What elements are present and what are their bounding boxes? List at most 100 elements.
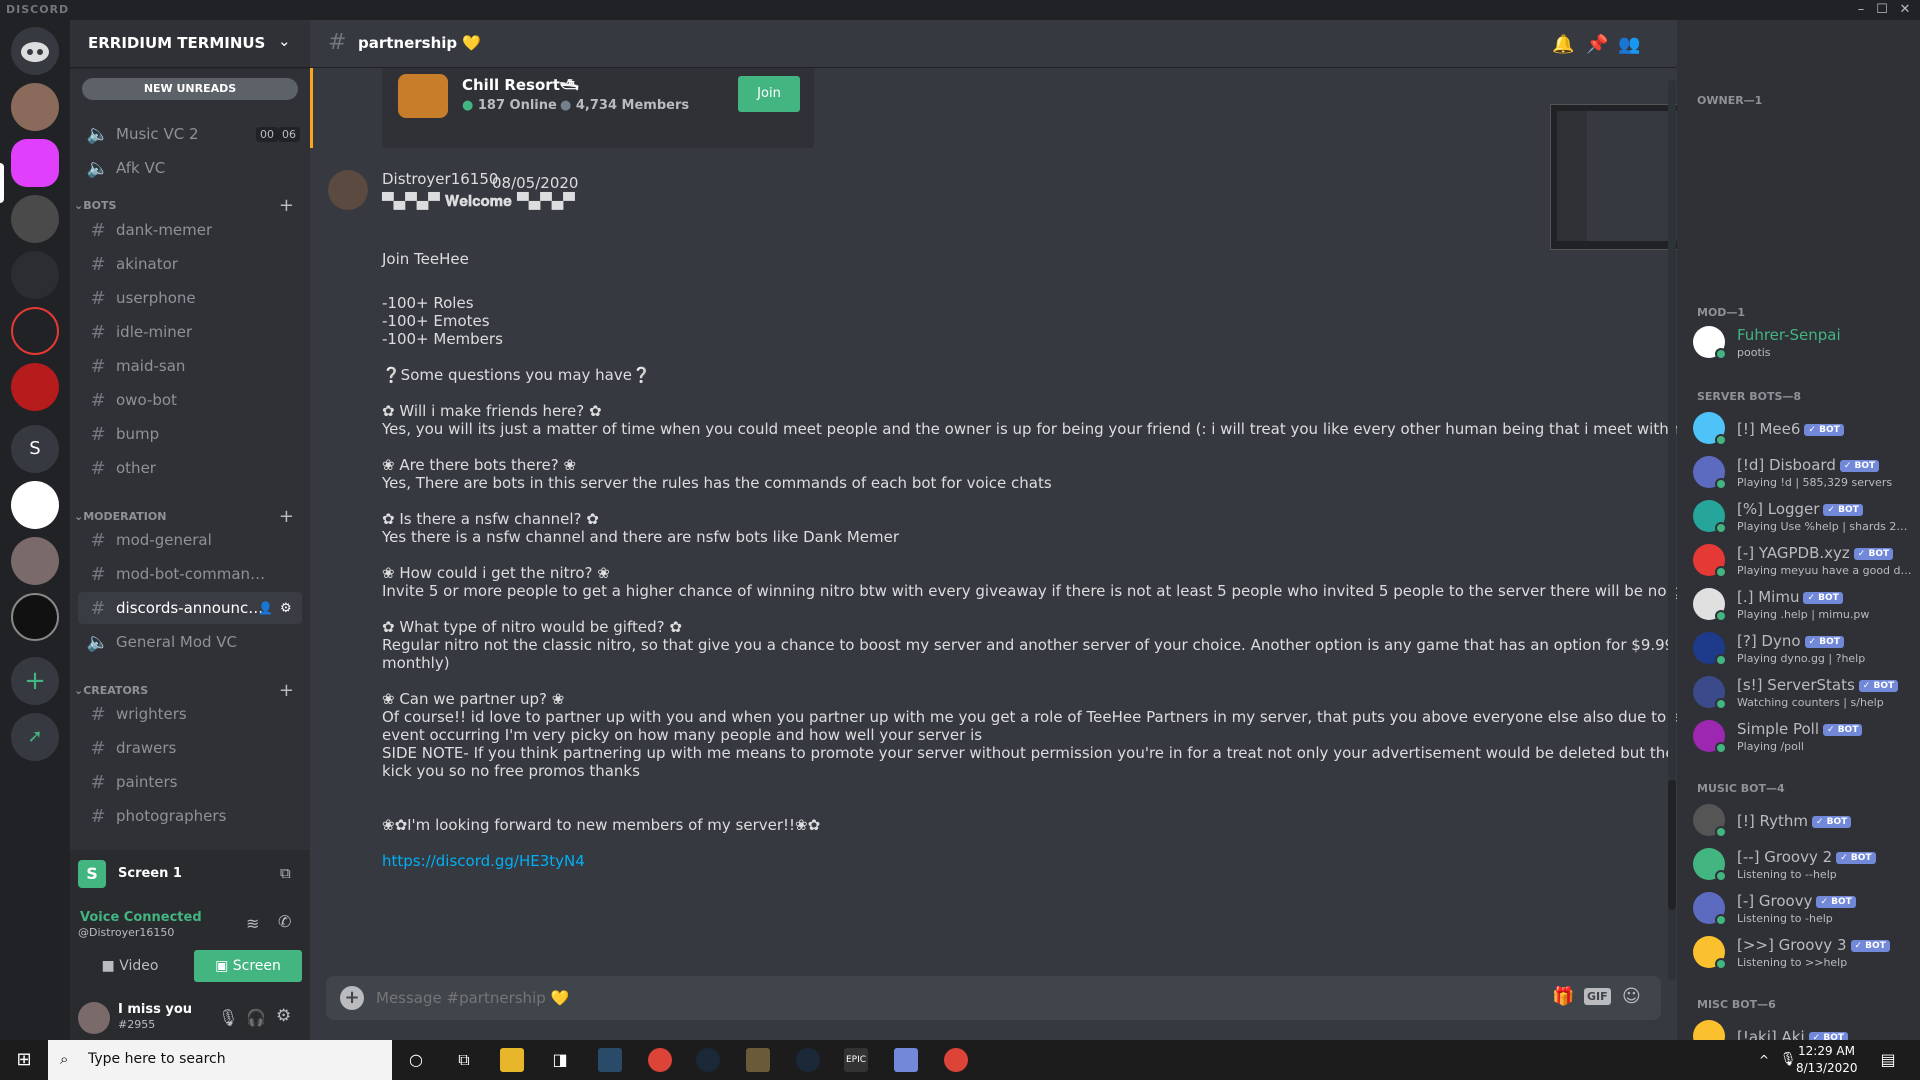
windows-start-icon[interactable]: ⊞ <box>12 1048 36 1072</box>
clock-time[interactable]: 12:29 AM <box>1798 1044 1855 1058</box>
voice-channel[interactable]: 🔈 Afk VC <box>78 152 302 184</box>
text-channel[interactable]: # maid-san <box>78 350 302 382</box>
discord-taskbar-icon[interactable] <box>894 1048 918 1072</box>
bell-icon[interactable]: 🔔 <box>1552 34 1574 56</box>
text-channel[interactable]: # akinator <box>78 248 302 280</box>
close-icon[interactable]: ✕ <box>1896 1 1914 19</box>
server-icon[interactable] <box>11 593 59 641</box>
maximize-icon[interactable]: ☐ <box>1873 1 1891 19</box>
server-icon-active[interactable] <box>11 139 59 187</box>
avatar[interactable] <box>328 170 368 210</box>
server-icon[interactable] <box>11 481 59 529</box>
text-channel[interactable]: # painters <box>78 766 302 798</box>
add-channel-icon[interactable]: + <box>279 195 294 216</box>
text-channel[interactable]: # photographers <box>78 800 302 832</box>
chrome-icon[interactable] <box>944 1048 968 1072</box>
pin-icon[interactable]: 📌 <box>1586 34 1608 56</box>
server-icon[interactable] <box>11 195 59 243</box>
member-item[interactable]: [!] Mee6 ✓ BOT <box>1693 408 1913 452</box>
gear-icon[interactable]: ⚙ <box>280 601 292 616</box>
member-item[interactable]: Fuhrer-Senpai pootis <box>1693 322 1913 366</box>
member-item[interactable]: [--] Groovy 2 ✓ BOT Listening to --help <box>1693 844 1913 888</box>
text-channel-selected[interactable]: # discords-announce... 👤 ⚙ <box>78 592 302 624</box>
game-icon[interactable] <box>746 1048 770 1072</box>
server-icon[interactable] <box>11 307 59 355</box>
member-item[interactable]: [>>] Groovy 3 ✓ BOT Listening to >>help <box>1693 932 1913 976</box>
app-icon[interactable] <box>598 1048 622 1072</box>
text-channel[interactable]: # drawers <box>78 732 302 764</box>
server-icon[interactable] <box>11 83 59 131</box>
steam-icon[interactable] <box>796 1048 820 1072</box>
add-server-button[interactable]: + <box>11 657 59 705</box>
gif-icon[interactable]: GIF <box>1584 988 1611 1005</box>
category-bots[interactable]: ⌄ BOTS + <box>74 195 306 216</box>
text-channel[interactable]: # mod-general <box>78 524 302 556</box>
explore-servers-button[interactable]: ➚ <box>11 713 59 761</box>
member-item[interactable]: [-] Groovy ✓ BOT Listening to -help <box>1693 888 1913 932</box>
member-item[interactable]: Simple Poll ✓ BOT Playing /poll <box>1693 716 1913 760</box>
message-author[interactable]: Distroyer16150 <box>382 170 498 188</box>
server-header[interactable]: ERRIDIUM TERMINUS ⌄ <box>70 20 310 68</box>
category-moderation[interactable]: ⌄ MODERATION + <box>74 506 306 527</box>
invite-server-name[interactable]: Chill Resort🛥 <box>462 76 579 94</box>
join-button[interactable]: Join <box>738 76 800 112</box>
member-item[interactable]: [?] Dyno ✓ BOT Playing dyno.gg | ?help <box>1693 628 1913 672</box>
home-button[interactable] <box>11 27 59 75</box>
chrome-icon[interactable] <box>648 1048 672 1072</box>
text-channel[interactable]: # idle-miner <box>78 316 302 348</box>
scrollbar-track[interactable] <box>1668 80 1676 980</box>
member-item[interactable]: [-] YAGPDB.xyz ✓ BOT Playing meyuu have a … <box>1693 540 1913 584</box>
file-explorer-icon[interactable] <box>500 1048 524 1072</box>
text-channel[interactable]: # owo-bot <box>78 384 302 416</box>
member-item[interactable]: [!d] Disboard ✓ BOT Playing !d | 585,329 s… <box>1693 452 1913 496</box>
server-icon[interactable] <box>11 537 59 585</box>
text-channel[interactable]: # wrighters <box>78 698 302 730</box>
text-channel[interactable]: # mod-bot-commands <box>78 558 302 590</box>
voice-activity-icon[interactable]: ≋ <box>246 914 259 933</box>
member-item[interactable]: [s!] ServerStats ✓ BOT Watching counters |… <box>1693 672 1913 716</box>
new-unreads-banner[interactable]: NEW UNREADS <box>82 78 298 100</box>
message-input[interactable] <box>376 986 1376 1010</box>
popout-icon[interactable]: ⧉ <box>280 864 291 882</box>
text-channel[interactable]: # dank-memer <box>78 214 302 246</box>
text-channel[interactable]: # userphone <box>78 282 302 314</box>
gift-icon[interactable]: 🎁 <box>1552 986 1574 1007</box>
video-button[interactable]: ■ Video <box>78 950 182 982</box>
status-online-icon <box>1715 742 1727 754</box>
screen-share-button[interactable]: ▣ Screen <box>194 950 302 982</box>
members-icon[interactable]: 👥 <box>1618 34 1640 56</box>
microphone-icon[interactable]: 🎙 <box>218 1008 238 1027</box>
minimize-icon[interactable]: – <box>1852 1 1870 19</box>
member-item[interactable]: [!] Rythm ✓ BOT <box>1693 800 1913 844</box>
clock-date[interactable]: 8/13/2020 <box>1796 1061 1858 1075</box>
task-view-icon[interactable]: ⧉ <box>452 1048 476 1072</box>
headphones-icon[interactable]: 🎧 <box>246 1008 266 1027</box>
upload-plus-icon[interactable]: + <box>340 986 364 1010</box>
member-item[interactable]: [%] Logger ✓ BOT Playing Use %help | shard… <box>1693 496 1913 540</box>
emoji-icon[interactable]: ☺ <box>1622 986 1641 1007</box>
voice-channel[interactable]: 🔈 General Mod VC <box>78 626 302 658</box>
tray-chevron-icon[interactable]: ^ <box>1752 1048 1776 1072</box>
invite-link[interactable]: https://discord.gg/HE3tyN4 <box>382 852 585 870</box>
steam-icon[interactable] <box>696 1048 720 1072</box>
server-icon[interactable] <box>11 363 59 411</box>
mouse-icon[interactable]: ◨ <box>548 1048 572 1072</box>
cortana-icon[interactable]: ○ <box>404 1048 428 1072</box>
epic-games-icon[interactable]: EPIC <box>844 1048 868 1072</box>
text-channel[interactable]: # bump <box>78 418 302 450</box>
voice-channel[interactable]: 🔈 Music VC 2 00 06 <box>78 118 302 150</box>
bot-badge: ✓ BOT <box>1804 636 1844 648</box>
server-icon[interactable]: S <box>11 425 59 473</box>
notification-icon[interactable]: ▤ <box>1876 1048 1900 1072</box>
scrollbar-thumb[interactable] <box>1668 780 1676 910</box>
avatar[interactable] <box>78 1002 110 1034</box>
disconnect-icon[interactable]: ✆ <box>278 912 291 931</box>
voice-connected-status[interactable]: Voice Connected <box>80 910 202 925</box>
category-creators[interactable]: ⌄ CREATORS + <box>74 680 306 701</box>
user-settings-icon[interactable]: ⚙ <box>276 1006 291 1026</box>
text-channel[interactable]: # other <box>78 452 302 484</box>
taskbar-search[interactable]: ⌕ Type here to search <box>48 1040 392 1080</box>
server-icon[interactable] <box>11 251 59 299</box>
member-item[interactable]: [.] Mimu ✓ BOT Playing .help | mimu.pw <box>1693 584 1913 628</box>
invite-icon[interactable]: 👤 <box>258 601 273 615</box>
